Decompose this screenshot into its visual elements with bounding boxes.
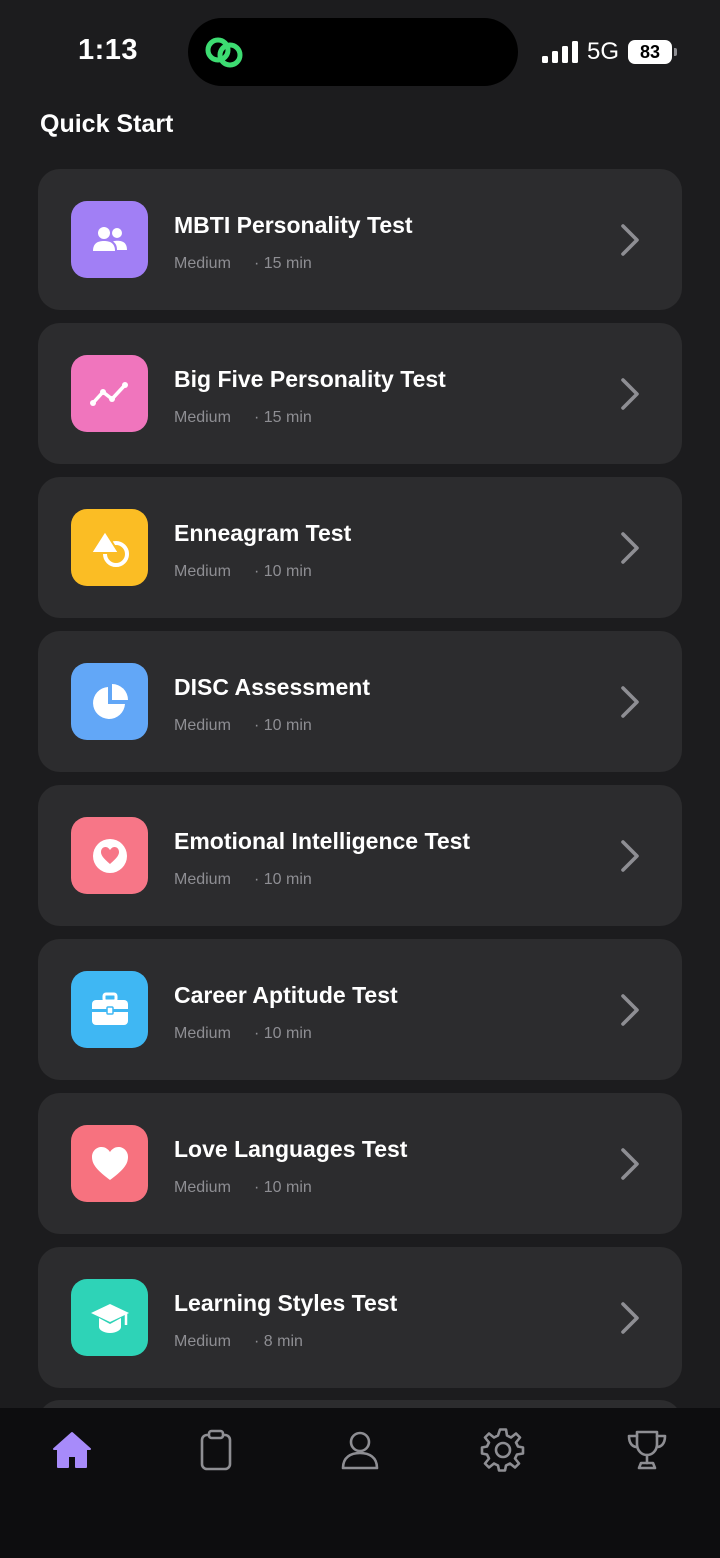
tab-profile[interactable] <box>330 1420 390 1480</box>
status-bar: 1:13 5G 83 <box>0 0 720 100</box>
test-duration: · 10 min <box>254 871 312 888</box>
test-meta: Medium · 15 min <box>174 409 312 427</box>
network-label: 5G <box>586 38 619 65</box>
test-card[interactable]: Love Languages Test Medium · 10 min <box>38 1093 682 1234</box>
battery-level: 83 <box>639 41 661 62</box>
gear-icon <box>480 1428 525 1472</box>
chevron-right-icon <box>621 686 639 718</box>
test-difficulty: Medium <box>174 1179 231 1196</box>
test-icon-tile <box>71 1279 148 1356</box>
test-card[interactable]: DISC Assessment Medium · 10 min <box>38 631 682 772</box>
test-icon-tile <box>71 1125 148 1202</box>
tab-settings[interactable] <box>473 1420 533 1480</box>
test-meta: Medium · 15 min <box>174 255 312 273</box>
test-title: Emotional Intelligence Test <box>174 828 471 854</box>
test-difficulty: Medium <box>174 871 231 888</box>
test-title: Career Aptitude Test <box>174 982 398 1008</box>
test-title: Love Languages Test <box>174 1136 408 1162</box>
test-duration: · 15 min <box>254 255 312 272</box>
test-card[interactable]: Emotional Intelligence Test Medium · 10 mi… <box>38 785 682 926</box>
trend-line-icon <box>89 381 128 406</box>
signal-icon <box>541 41 578 63</box>
test-duration: · 8 min <box>254 1333 303 1350</box>
test-duration: · 10 min <box>254 1025 312 1042</box>
battery-nub <box>674 48 677 56</box>
shapes-icon <box>89 529 129 567</box>
person-icon <box>341 1431 379 1470</box>
tab-home[interactable] <box>42 1420 102 1480</box>
clipboard-icon <box>200 1429 232 1471</box>
test-title: MBTI Personality Test <box>174 212 413 238</box>
section-title: Quick Start <box>40 110 174 138</box>
test-difficulty: Medium <box>174 409 231 426</box>
test-meta: Medium · 10 min <box>174 563 312 581</box>
graduation-cap-icon <box>90 1303 129 1333</box>
dynamic-island <box>188 18 518 86</box>
briefcase-icon <box>91 992 128 1025</box>
chevron-right-icon <box>621 224 639 256</box>
chevron-right-icon <box>621 378 639 410</box>
status-indicators: 5G 83 <box>541 38 677 66</box>
test-list: MBTI Personality Test Medium · 15 min Big F… <box>38 169 682 1401</box>
tab-tests[interactable] <box>186 1420 246 1480</box>
battery-icon: 83 <box>628 40 677 64</box>
test-title: Big Five Personality Test <box>174 366 446 392</box>
app-screen: 1:13 5G 83 Quick Start MBTI Personality … <box>0 0 720 1558</box>
test-duration: · 10 min <box>254 1179 312 1196</box>
test-icon-tile <box>71 509 148 586</box>
test-difficulty: Medium <box>174 255 231 272</box>
test-title: DISC Assessment <box>174 674 371 700</box>
pie-chart-icon <box>92 683 128 719</box>
test-difficulty: Medium <box>174 1333 231 1350</box>
test-meta: Medium · 10 min <box>174 1179 312 1197</box>
people-icon <box>92 226 127 251</box>
chevron-right-icon <box>621 994 639 1026</box>
test-icon-tile <box>71 817 148 894</box>
test-meta: Medium · 10 min <box>174 717 312 735</box>
link-rings-icon <box>205 37 243 68</box>
test-duration: · 15 min <box>254 409 312 426</box>
test-icon-tile <box>71 971 148 1048</box>
chevron-right-icon <box>621 1148 639 1180</box>
test-title: Learning Styles Test <box>174 1290 398 1316</box>
trophy-icon <box>627 1430 667 1470</box>
test-duration: · 10 min <box>254 717 312 734</box>
test-title: Enneagram Test <box>174 520 352 546</box>
chevron-right-icon <box>621 840 639 872</box>
test-icon-tile <box>71 201 148 278</box>
test-difficulty: Medium <box>174 717 231 734</box>
test-card[interactable]: Learning Styles Test Medium · 8 min <box>38 1247 682 1388</box>
heart-circle-icon <box>92 838 127 873</box>
test-meta: Medium · 8 min <box>174 1333 303 1351</box>
test-difficulty: Medium <box>174 1025 231 1042</box>
tab-bar <box>0 1408 720 1558</box>
status-time: 1:13 <box>78 34 139 66</box>
chevron-right-icon <box>621 532 639 564</box>
test-meta: Medium · 10 min <box>174 1025 312 1043</box>
test-card[interactable]: MBTI Personality Test Medium · 15 min <box>38 169 682 310</box>
test-icon-tile <box>71 663 148 740</box>
test-card[interactable]: Career Aptitude Test Medium · 10 min <box>38 939 682 1080</box>
test-meta: Medium · 10 min <box>174 871 312 889</box>
test-card[interactable]: Enneagram Test Medium · 10 min <box>38 477 682 618</box>
test-icon-tile <box>71 355 148 432</box>
home-icon <box>53 1432 91 1468</box>
chevron-right-icon <box>621 1302 639 1334</box>
test-duration: · 10 min <box>254 563 312 580</box>
tab-achievements[interactable] <box>617 1420 677 1480</box>
test-card[interactable]: Big Five Personality Test Medium · 15 min <box>38 323 682 464</box>
test-difficulty: Medium <box>174 563 231 580</box>
heart-icon <box>91 1146 128 1180</box>
